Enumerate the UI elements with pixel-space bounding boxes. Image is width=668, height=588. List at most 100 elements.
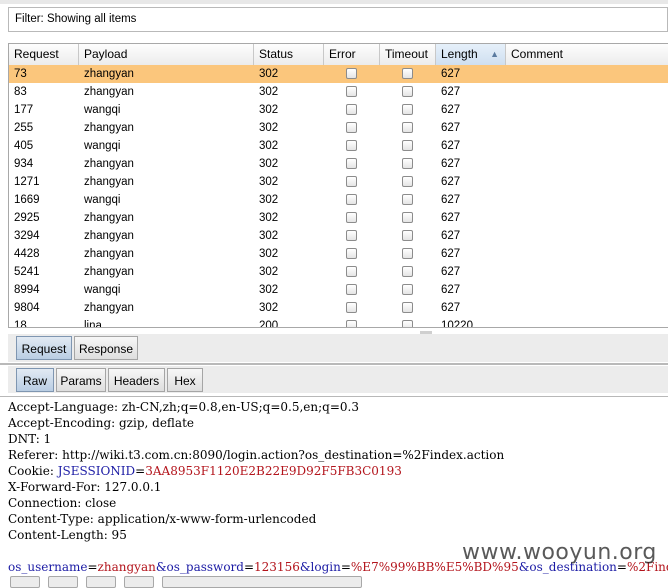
cell-status: 302 xyxy=(259,140,279,152)
error-checkbox[interactable] xyxy=(346,302,357,313)
cell-status: 302 xyxy=(259,248,279,260)
cell-length: 627 xyxy=(441,104,461,116)
table-row[interactable]: 177 wangqi 302 627 xyxy=(9,101,668,119)
tab-headers[interactable]: Headers xyxy=(108,368,165,392)
timeout-checkbox[interactable] xyxy=(402,86,413,97)
table-row[interactable]: 934 zhangyan 302 627 xyxy=(9,155,668,173)
timeout-checkbox[interactable] xyxy=(402,230,413,241)
cell-request: 3294 xyxy=(14,230,40,242)
timeout-checkbox[interactable] xyxy=(402,284,413,295)
timeout-checkbox[interactable] xyxy=(402,302,413,313)
cell-payload: wangqi xyxy=(84,284,121,296)
header-content-type: Content-Type: application/x-www-form-url… xyxy=(8,512,317,526)
error-checkbox[interactable] xyxy=(346,158,357,169)
table-row[interactable]: 8994 wangqi 302 627 xyxy=(9,281,668,299)
table-row[interactable]: 1669 wangqi 302 627 xyxy=(9,191,668,209)
cell-length: 627 xyxy=(441,140,461,152)
column-header-length-label: Length xyxy=(441,47,478,61)
cell-payload: zhangyan xyxy=(84,86,134,98)
error-checkbox[interactable] xyxy=(346,230,357,241)
tab-response[interactable]: Response xyxy=(74,336,138,360)
timeout-checkbox[interactable] xyxy=(402,194,413,205)
param-value-username: zhangyan xyxy=(97,560,156,574)
cell-length: 627 xyxy=(441,86,461,98)
previous-button[interactable] xyxy=(48,576,78,588)
add-button[interactable] xyxy=(86,576,116,588)
table-row[interactable]: 73 zhangyan 302 627 xyxy=(9,65,668,83)
error-checkbox[interactable] xyxy=(346,284,357,295)
table-row[interactable]: 5241 zhangyan 302 627 xyxy=(9,263,668,281)
param-equals-2: = xyxy=(243,560,255,574)
error-checkbox[interactable] xyxy=(346,320,357,327)
timeout-checkbox[interactable] xyxy=(402,248,413,259)
column-header-request[interactable]: Request xyxy=(9,44,79,65)
column-header-payload[interactable]: Payload xyxy=(79,44,254,65)
cookie-name: JSESSIONID xyxy=(57,464,136,478)
cell-length: 627 xyxy=(441,122,461,134)
cell-request: 4428 xyxy=(14,248,40,260)
cell-request: 73 xyxy=(14,68,27,80)
timeout-checkbox[interactable] xyxy=(402,266,413,277)
table-row[interactable]: 18 lina 200 10220 xyxy=(9,317,668,328)
param-value-password: 123156 xyxy=(254,560,300,574)
divider xyxy=(0,363,668,365)
timeout-checkbox[interactable] xyxy=(402,176,413,187)
column-header-timeout[interactable]: Timeout xyxy=(380,44,436,65)
error-checkbox[interactable] xyxy=(346,212,357,223)
error-checkbox[interactable] xyxy=(346,266,357,277)
cell-payload: wangqi xyxy=(84,104,121,116)
column-header-length[interactable]: Length ▲ xyxy=(436,44,506,65)
top-band xyxy=(0,0,668,4)
error-checkbox[interactable] xyxy=(346,248,357,259)
timeout-checkbox[interactable] xyxy=(402,68,413,79)
table-row[interactable]: 9804 zhangyan 302 627 xyxy=(9,299,668,317)
timeout-checkbox[interactable] xyxy=(402,122,413,133)
tab-hex[interactable]: Hex xyxy=(167,368,203,392)
cell-length: 627 xyxy=(441,230,461,242)
tab-request[interactable]: Request xyxy=(16,336,72,360)
timeout-checkbox[interactable] xyxy=(402,104,413,115)
help-button[interactable] xyxy=(10,576,40,588)
timeout-checkbox[interactable] xyxy=(402,158,413,169)
timeout-checkbox[interactable] xyxy=(402,320,413,327)
timeout-checkbox[interactable] xyxy=(402,140,413,151)
table-row[interactable]: 83 zhangyan 302 627 xyxy=(9,83,668,101)
search-field[interactable] xyxy=(162,576,362,588)
table-row[interactable]: 1271 zhangyan 302 627 xyxy=(9,173,668,191)
error-checkbox[interactable] xyxy=(346,140,357,151)
cell-request: 8994 xyxy=(14,284,40,296)
filter-bar[interactable]: Filter: Showing all items xyxy=(8,7,668,32)
request-response-tabs: Request Response xyxy=(8,334,668,362)
error-checkbox[interactable] xyxy=(346,194,357,205)
table-row[interactable]: 405 wangqi 302 627 xyxy=(9,137,668,155)
cell-status: 302 xyxy=(259,302,279,314)
error-checkbox[interactable] xyxy=(346,122,357,133)
cell-status: 302 xyxy=(259,122,279,134)
table-row[interactable]: 2925 zhangyan 302 627 xyxy=(9,209,668,227)
cell-status: 302 xyxy=(259,212,279,224)
table-row[interactable]: 4428 zhangyan 302 627 xyxy=(9,245,668,263)
error-checkbox[interactable] xyxy=(346,176,357,187)
header-x-forward-for: X-Forward-For: 127.0.0.1 xyxy=(8,480,162,494)
watermark: www.wooyun.org xyxy=(462,540,657,565)
cell-length: 10220 xyxy=(441,320,473,328)
tab-raw[interactable]: Raw xyxy=(16,368,54,392)
cell-request: 1669 xyxy=(14,194,40,206)
cookie-value: 3AA8953F1120E2B22E9D92F5FB3C0193 xyxy=(145,464,402,478)
column-header-status[interactable]: Status xyxy=(254,44,324,65)
cell-payload: zhangyan xyxy=(84,302,134,314)
param-name-password: &os_password xyxy=(155,560,244,574)
cell-request: 2925 xyxy=(14,212,40,224)
table-row[interactable]: 255 zhangyan 302 627 xyxy=(9,119,668,137)
error-checkbox[interactable] xyxy=(346,86,357,97)
column-header-comment[interactable]: Comment xyxy=(506,44,668,65)
timeout-checkbox[interactable] xyxy=(402,212,413,223)
cell-request: 9804 xyxy=(14,302,40,314)
cell-payload: zhangyan xyxy=(84,230,134,242)
tab-params[interactable]: Params xyxy=(56,368,106,392)
table-row[interactable]: 3294 zhangyan 302 627 xyxy=(9,227,668,245)
error-checkbox[interactable] xyxy=(346,104,357,115)
error-checkbox[interactable] xyxy=(346,68,357,79)
next-button[interactable] xyxy=(124,576,154,588)
column-header-error[interactable]: Error xyxy=(324,44,380,65)
